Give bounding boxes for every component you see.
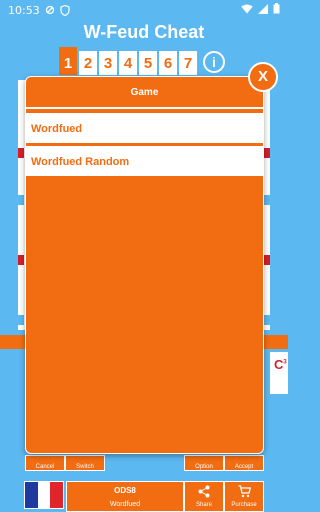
tab-5[interactable]: 5 xyxy=(138,50,158,76)
clock: 10:53 xyxy=(8,3,40,17)
board-cell xyxy=(18,255,24,265)
board-cell xyxy=(18,195,24,205)
dictionary-code: ODS8 xyxy=(114,486,136,495)
tab-7[interactable]: 7 xyxy=(178,50,198,76)
board-cell xyxy=(18,315,24,325)
flag-stripe xyxy=(25,482,38,508)
dictionary-selector[interactable]: ODS8 Wordfued xyxy=(66,481,184,512)
tab-2[interactable]: 2 xyxy=(78,50,98,76)
game-option-wordfued[interactable]: Wordfued xyxy=(26,113,263,145)
board-cell xyxy=(264,255,270,265)
flag-stripe xyxy=(50,482,64,508)
accept-button[interactable]: Accept xyxy=(224,455,264,471)
switch-button[interactable]: Switch xyxy=(65,455,105,471)
board-cell xyxy=(18,148,24,158)
share-button[interactable]: Share xyxy=(184,481,224,512)
rack-tabs: 1 2 3 4 5 6 7 xyxy=(58,46,198,76)
letter-tile[interactable]: C3 xyxy=(270,352,288,394)
option-button[interactable]: Option xyxy=(184,455,224,471)
board-cell xyxy=(264,315,270,325)
tab-1[interactable]: 1 xyxy=(58,46,78,76)
share-label: Share xyxy=(195,502,212,508)
flag-stripe xyxy=(37,482,51,508)
share-icon xyxy=(198,485,210,500)
board-cell xyxy=(264,148,270,158)
wifi-icon xyxy=(241,4,253,17)
cart-icon xyxy=(238,485,251,500)
purchase-button[interactable]: Purchase xyxy=(224,481,264,512)
tab-6[interactable]: 6 xyxy=(158,50,178,76)
game-option-wordfued-random[interactable]: Wordfued Random xyxy=(26,146,263,178)
dialog-title: Game xyxy=(26,77,263,109)
purchase-label: Purchase xyxy=(231,502,257,508)
close-button[interactable]: X xyxy=(248,62,278,92)
tile-score: 3 xyxy=(283,359,287,366)
tab-3[interactable]: 3 xyxy=(98,50,118,76)
info-button[interactable]: i xyxy=(203,51,225,73)
app-title: W-Feud Cheat xyxy=(83,22,205,42)
signal-icon xyxy=(258,3,268,17)
shield-icon xyxy=(60,4,70,16)
tab-4[interactable]: 4 xyxy=(118,50,138,76)
status-bar: 10:53 xyxy=(0,0,288,20)
game-select-dialog: Game Wordfued Wordfued Random xyxy=(25,76,264,454)
france-flag-icon[interactable] xyxy=(24,481,64,509)
cancel-button[interactable]: Cancel xyxy=(25,455,65,471)
no-sim-icon xyxy=(45,5,55,15)
battery-icon xyxy=(273,3,280,17)
dictionary-game: Wordfued xyxy=(109,501,141,508)
board-cell xyxy=(264,195,270,205)
tile-letter: C xyxy=(274,357,284,372)
